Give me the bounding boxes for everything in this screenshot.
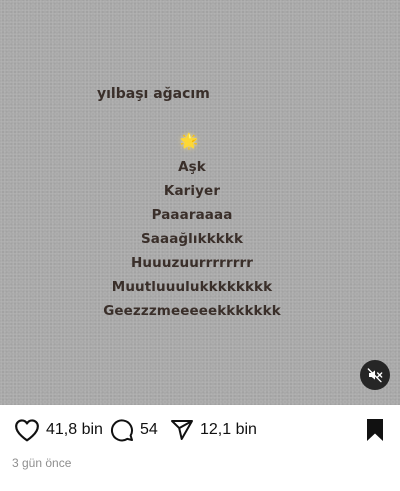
save-button[interactable] (364, 418, 386, 446)
heart-icon (15, 419, 39, 442)
paper-plane-icon (171, 420, 193, 440)
post-title: yılbaşı ağacım (97, 86, 210, 102)
tree-line: Kariyer (163, 183, 221, 199)
mute-button[interactable] (360, 360, 390, 390)
share-button[interactable]: 12,1 bin (170, 417, 257, 443)
text-tree: Aşk Kariyer Paaaraaaa Saaağlıkkkkk Huuuz… (0, 158, 384, 326)
comment-count: 54 (140, 421, 158, 438)
share-count: 12,1 bin (200, 421, 257, 438)
post-media[interactable]: yılbaşı ağacım 🌟 Aşk Kariyer Paaaraaaa S… (0, 0, 400, 405)
star-icon: 🌟 (179, 132, 199, 150)
tree-line: Huuuzuurrrrrrrr (131, 255, 253, 271)
bookmark-icon (367, 419, 383, 441)
comment-bubble-icon (111, 419, 133, 442)
action-bar: 41,8 bin 54 12,1 bin (0, 405, 400, 455)
like-count: 41,8 bin (46, 421, 103, 438)
tree-line: Paaaraaaa (151, 207, 233, 223)
post-timestamp: 3 gün önce (12, 456, 72, 470)
tree-line: Muutluuulukkkkkkkk (111, 279, 273, 295)
comment-button[interactable]: 54 (110, 417, 158, 443)
volume-muted-icon (367, 368, 383, 383)
tree-line: Saaağlıkkkkk (140, 231, 244, 247)
like-button[interactable]: 41,8 bin (14, 417, 103, 443)
tree-line: Aşk (178, 159, 206, 175)
tree-line: Geezzzmeeeeekkkkkkk (103, 303, 281, 319)
